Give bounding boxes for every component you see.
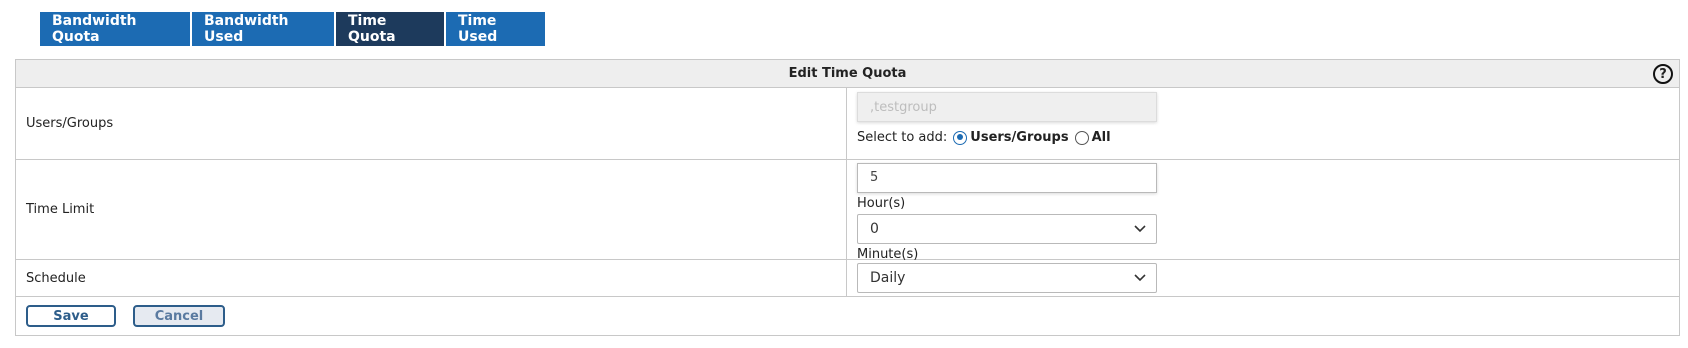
- chevron-down-icon: [1134, 274, 1146, 282]
- time-limit-label: Time Limit: [16, 160, 847, 259]
- hours-label: Hour(s): [857, 196, 906, 211]
- minutes-selected-value: 0: [870, 221, 879, 237]
- schedule-selected-value: Daily: [870, 270, 906, 286]
- tab-time-used[interactable]: Time Used: [446, 12, 545, 46]
- radio-users-groups[interactable]: [953, 130, 968, 145]
- hours-input[interactable]: 5: [857, 163, 1157, 193]
- schedule-label: Schedule: [16, 260, 847, 296]
- actions-row: Save Cancel: [16, 297, 1679, 335]
- select-to-add-label: Select to add:: [857, 130, 948, 145]
- users-groups-field[interactable]: ,testgroup: [857, 92, 1157, 122]
- save-button[interactable]: Save: [26, 305, 116, 327]
- schedule-row: Schedule Daily: [16, 260, 1679, 297]
- schedule-select[interactable]: Daily: [857, 263, 1157, 293]
- help-icon[interactable]: ?: [1653, 64, 1673, 84]
- users-groups-value-cell: ,testgroup Select to add: Users/Groups A…: [847, 88, 1679, 159]
- time-limit-value-cell: 5 Hour(s) 0 Minute(s): [847, 160, 1679, 262]
- cancel-button[interactable]: Cancel: [133, 305, 225, 327]
- tab-bandwidth-quota[interactable]: Bandwidth Quota: [40, 12, 190, 46]
- users-groups-row: Users/Groups ,testgroup Select to add: U…: [16, 88, 1679, 160]
- schedule-value-cell: Daily: [847, 260, 1679, 296]
- tab-bandwidth-used[interactable]: Bandwidth Used: [192, 12, 334, 46]
- chevron-down-icon: [1134, 225, 1146, 233]
- panel-header: Edit Time Quota ?: [16, 60, 1679, 88]
- radio-all-label[interactable]: All: [1092, 130, 1111, 145]
- edit-time-quota-panel: Edit Time Quota ? Users/Groups ,testgrou…: [15, 59, 1680, 336]
- minutes-select[interactable]: 0: [857, 214, 1157, 244]
- tab-time-quota[interactable]: Time Quota: [336, 12, 444, 46]
- select-to-add: Select to add: Users/Groups All: [857, 130, 1679, 145]
- time-limit-row: Time Limit 5 Hour(s) 0 Minute(s): [16, 160, 1679, 262]
- panel-title: Edit Time Quota: [788, 66, 907, 81]
- radio-users-groups-label[interactable]: Users/Groups: [970, 130, 1068, 145]
- tab-bar: Bandwidth Quota Bandwidth Used Time Quot…: [40, 12, 545, 46]
- users-groups-label: Users/Groups: [16, 88, 847, 159]
- radio-all[interactable]: [1074, 130, 1089, 145]
